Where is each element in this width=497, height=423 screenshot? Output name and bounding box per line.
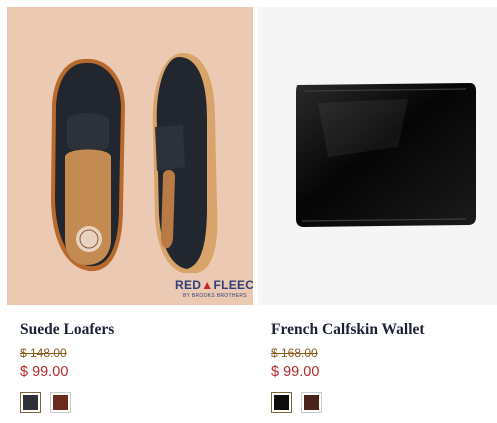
swatch-chip-brown <box>304 395 319 410</box>
product-card-suede-loafers[interactable]: RED▲FLEECE BY BROOKS BROTHERS Suede Loaf… <box>7 0 253 423</box>
swatch-chip-navy <box>23 395 38 410</box>
sale-price: $ 99.00 <box>20 364 69 380</box>
original-price: $ 148.00 <box>20 346 67 360</box>
loafers-image <box>51 53 218 273</box>
swatch-black[interactable] <box>271 392 292 413</box>
left-loafer <box>51 58 125 272</box>
color-swatches <box>271 392 322 413</box>
swatch-chip-black <box>274 395 289 410</box>
swatch-brown[interactable] <box>50 392 71 413</box>
product-card-calfskin-wallet[interactable]: French Calfskin Wallet $ 168.00 $ 99.00 <box>258 0 497 423</box>
product-image-loafers[interactable]: RED▲FLEECE BY BROOKS BROTHERS <box>7 7 253 305</box>
sale-price: $ 99.00 <box>271 364 320 380</box>
red-fleece-logo: RED▲FLEECE BY BROOKS BROTHERS <box>175 278 253 300</box>
color-swatches <box>20 392 71 413</box>
wallet-image <box>296 83 476 227</box>
product-image-wallet[interactable] <box>258 7 497 305</box>
product-title[interactable]: French Calfskin Wallet <box>271 320 425 340</box>
product-title[interactable]: Suede Loafers <box>20 320 114 340</box>
swatch-brown[interactable] <box>301 392 322 413</box>
right-loafer <box>152 53 218 273</box>
swatch-chip-brown <box>53 395 68 410</box>
original-price: $ 168.00 <box>271 346 318 360</box>
swatch-navy[interactable] <box>20 392 41 413</box>
